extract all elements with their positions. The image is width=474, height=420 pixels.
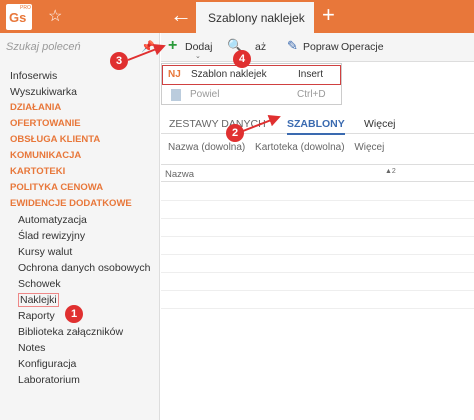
top-bar: Gs PRO ☆ ← Szablony naklejek +	[0, 0, 474, 33]
tab-zestawy-danych[interactable]: ZESTAWY DANYCH	[169, 118, 266, 130]
annotation-badge-3: 3	[110, 52, 128, 70]
tab-szablony[interactable]: SZABLONY	[287, 118, 345, 135]
app-logo[interactable]: Gs PRO	[6, 4, 32, 30]
grid-row-line	[161, 290, 474, 291]
sidebar-item-label: OBSŁUGA KLIENTA	[10, 134, 101, 145]
sidebar-item-label: KOMUNIKACJA	[10, 150, 82, 161]
tab-label: Szablony naklejek	[208, 11, 305, 25]
menu-item-label: Powiel	[190, 89, 220, 100]
sidebar-item-biblioteka-załączników[interactable]: Biblioteka załączników	[10, 324, 151, 340]
sidebar-item-label: EWIDENCJE DODATKOWE	[10, 198, 132, 209]
sidebar-item-notes[interactable]: Notes	[10, 340, 151, 356]
grid-header: Nazwa ▲2	[161, 164, 474, 182]
sidebar-item-label: Ochrona danych osobowych	[18, 262, 151, 274]
content-tabs: ZESTAWY DANYCH SZABLONY Więcej	[161, 112, 474, 135]
menu-item-powiel[interactable]: Powiel Ctrl+D	[162, 86, 341, 106]
sidebar-item-label: Raporty	[18, 310, 55, 322]
sidebar-item-label: POLITYKA CENOWA	[10, 182, 104, 193]
sidebar-item-label: Laboratorium	[18, 374, 80, 386]
grid-row-line	[161, 308, 474, 309]
sidebar-item-label: Wyszukiwarka	[10, 86, 77, 98]
sidebar-item-naklejki[interactable]: Naklejki	[10, 292, 151, 308]
logo-text: Gs	[9, 10, 27, 25]
chevron-down-icon[interactable]: ⌄	[195, 52, 201, 60]
filter-wiecej[interactable]: Więcej	[354, 142, 384, 153]
sidebar-item-kartoteki[interactable]: KARTOTEKI	[10, 164, 151, 180]
tab-szablony-naklejek[interactable]: Szablony naklejek	[196, 2, 314, 33]
annotation-badge-2: 2	[226, 124, 244, 142]
sidebar-search-input[interactable]: Szukaj poleceń	[6, 41, 81, 53]
sidebar-item-laboratorium[interactable]: Laboratorium	[10, 372, 151, 388]
sidebar-item-label: Kursy walut	[18, 246, 73, 258]
sidebar-item-label: Naklejki	[18, 293, 59, 307]
filter-bar: Nazwa (dowolna) Kartoteka (dowolna) Więc…	[161, 142, 384, 153]
sidebar-item-label: Konfiguracja	[18, 358, 77, 370]
new-tab-plus-icon[interactable]: +	[322, 2, 335, 28]
tab-wiecej[interactable]: Więcej	[364, 118, 396, 130]
sidebar-menu: Infoserwis Wyszukiwarka DZIAŁANIA OFERTOWAN…	[10, 68, 151, 388]
sidebar-item-ślad-rewizyjny[interactable]: Ślad rewizyjny	[10, 228, 151, 244]
sidebar-item-automatyzacja[interactable]: Automatyzacja	[10, 212, 151, 228]
sidebar-item-polityka-cenowa[interactable]: POLITYKA CENOWA	[10, 180, 151, 196]
edit-button[interactable]: Popraw	[303, 41, 339, 53]
menu-item-szablon-naklejek[interactable]: NJ Szablon naklejek Insert	[162, 65, 341, 85]
sidebar-item-label: Ślad rewizyjny	[18, 230, 86, 242]
sidebar-item-obsługa-klienta[interactable]: OBSŁUGA KLIENTA	[10, 132, 151, 148]
nj-code: NJ	[168, 69, 181, 80]
back-arrow-icon[interactable]: ←	[170, 2, 192, 28]
sidebar-item-label: OFERTOWANIE	[10, 118, 81, 129]
annotation-badge-4: 4	[233, 50, 251, 68]
grid-row-line	[161, 254, 474, 255]
sidebar-item-działania[interactable]: DZIAŁANIA	[10, 100, 151, 116]
filter-nazwa[interactable]: Nazwa (dowolna)	[168, 142, 245, 153]
show-button[interactable]: aż	[255, 41, 266, 53]
sidebar-item-label: KARTOTEKI	[10, 166, 66, 177]
sidebar-item-label: Automatyzacja	[18, 214, 87, 226]
sidebar-item-ochrona-danych-osobowych[interactable]: Ochrona danych osobowych	[10, 260, 151, 276]
menu-item-label: Szablon naklejek	[191, 69, 267, 80]
pin-icon[interactable]: 📌	[141, 40, 155, 53]
menu-item-shortcut: Insert	[298, 69, 324, 80]
sidebar-item-label: Infoserwis	[10, 70, 58, 82]
sidebar-item-schowek[interactable]: Schowek	[10, 276, 151, 292]
menu-item-shortcut: Ctrl+D	[297, 89, 326, 100]
toolbar: + Dodaj ⌄ 🔍 aż ✎ Popraw Operacje	[161, 33, 474, 62]
sidebar-item-wyszukiwarka[interactable]: Wyszukiwarka	[10, 84, 151, 100]
sidebar-item-kursy-walut[interactable]: Kursy walut	[10, 244, 151, 260]
grid-row-line	[161, 236, 474, 237]
sidebar: Szukaj poleceń 📌 Infoserwis Wyszukiwarka D…	[0, 33, 160, 420]
operations-button[interactable]: Operacje	[341, 41, 384, 53]
column-header-nazwa[interactable]: Nazwa	[165, 169, 194, 180]
grid-row-line	[161, 200, 474, 201]
sidebar-item-label: Schowek	[18, 278, 61, 290]
pencil-icon[interactable]: ✎	[287, 38, 298, 54]
annotation-badge-1: 1	[65, 305, 83, 323]
sidebar-item-infoserwis[interactable]: Infoserwis	[10, 68, 151, 84]
sidebar-item-label: Biblioteka załączników	[18, 326, 124, 338]
favorite-star-icon[interactable]: ☆	[48, 6, 62, 26]
sidebar-item-label: DZIAŁANIA	[10, 102, 62, 113]
add-plus-icon[interactable]: +	[168, 37, 177, 55]
sidebar-item-ofertowanie[interactable]: OFERTOWANIE	[10, 116, 151, 132]
grid-row-line	[161, 272, 474, 273]
grid-row-line	[161, 218, 474, 219]
sidebar-item-komunikacja[interactable]: KOMUNIKACJA	[10, 148, 151, 164]
add-dropdown-menu: NJ Szablon naklejek Insert Powiel Ctrl+D	[161, 63, 342, 105]
filter-kartoteka[interactable]: Kartoteka (dowolna)	[255, 142, 345, 153]
sidebar-item-konfiguracja[interactable]: Konfiguracja	[10, 356, 151, 372]
sidebar-item-label: Notes	[18, 342, 46, 354]
sort-indicator[interactable]: ▲2	[385, 168, 396, 175]
duplicate-icon	[171, 89, 181, 101]
logo-sub: PRO	[20, 5, 31, 11]
sidebar-item-ewidencje-dodatkowe[interactable]: EWIDENCJE DODATKOWE	[10, 196, 151, 212]
